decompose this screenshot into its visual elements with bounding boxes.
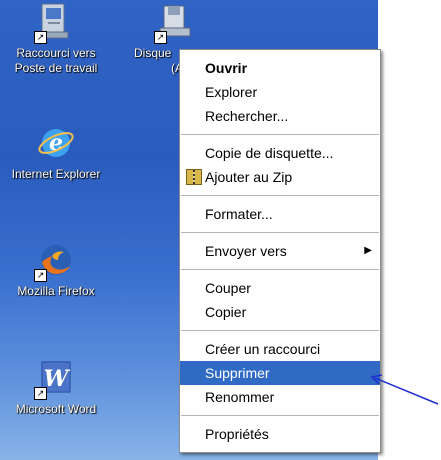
annotation-arrow-icon xyxy=(370,374,439,405)
